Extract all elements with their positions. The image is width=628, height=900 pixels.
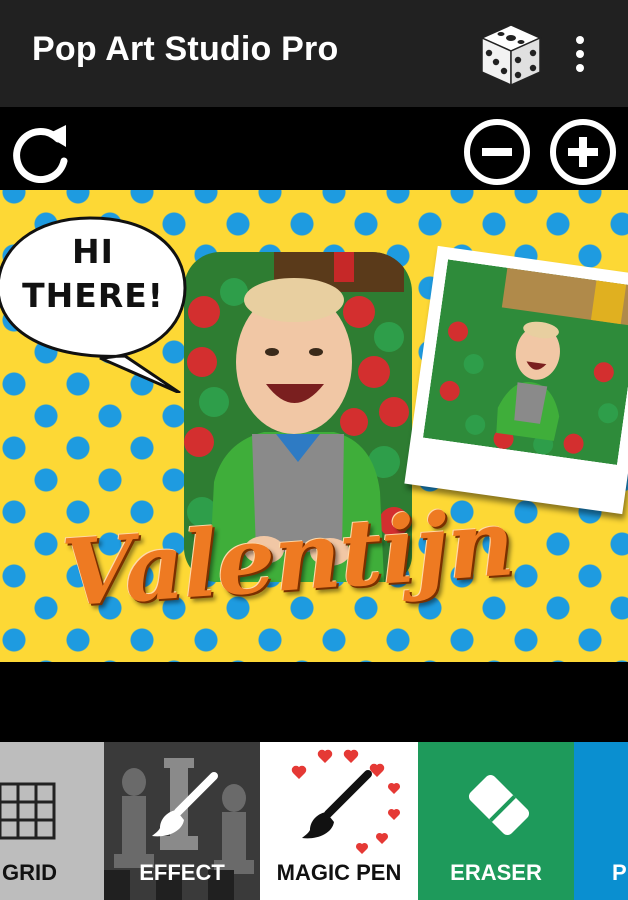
speech-bubble-line-1: HI (72, 232, 114, 271)
tool-strip: GRID EFFECT MAGIC PEN ERASER P (0, 742, 628, 900)
tool-effect[interactable]: EFFECT (104, 742, 260, 900)
paintbrush-icon (152, 772, 218, 837)
app-bar: Pop Art Studio Pro (0, 0, 628, 107)
tool-partial-label: P (612, 860, 627, 885)
canvas-toolbar (0, 107, 628, 190)
zoom-out-icon[interactable] (462, 117, 532, 187)
app-title: Pop Art Studio Pro (32, 30, 339, 68)
pen-hearts-icon (291, 749, 401, 854)
grid-icon (0, 782, 56, 840)
tool-eraser-label: ERASER (450, 860, 542, 885)
polaroid-photo (422, 259, 628, 465)
tool-eraser[interactable]: ERASER (418, 742, 574, 900)
tool-magic-pen[interactable]: MAGIC PEN (260, 742, 418, 900)
speech-bubble-line-2: THERE! (22, 276, 164, 315)
tool-partial[interactable]: P (574, 742, 628, 900)
dice-icon[interactable] (478, 22, 544, 88)
tool-magic-pen-label: MAGIC PEN (276, 860, 402, 885)
rotate-icon[interactable] (8, 121, 74, 183)
name-text-overlay[interactable]: Valentijn (59, 488, 517, 627)
polaroid-photo-frame[interactable] (404, 245, 628, 515)
overflow-menu-icon[interactable] (566, 32, 594, 76)
speech-bubble-text: HI THERE! (8, 230, 178, 318)
tool-grid[interactable]: GRID (0, 742, 104, 900)
tool-grid-label: GRID (2, 860, 57, 885)
pop-art-canvas[interactable]: HI THERE! Valentijn (0, 190, 628, 662)
tool-effect-label: EFFECT (139, 860, 225, 885)
zoom-in-icon[interactable] (548, 117, 618, 187)
eraser-icon (468, 774, 530, 836)
